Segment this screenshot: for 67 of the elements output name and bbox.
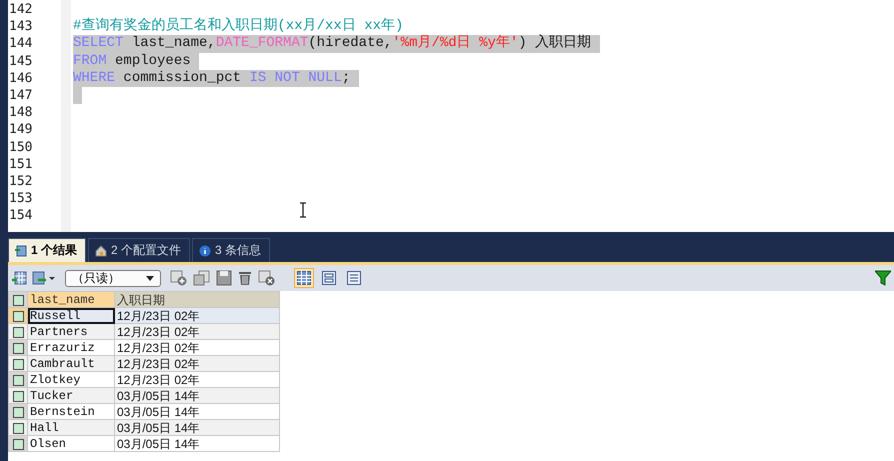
- line-number: 154: [8, 208, 32, 224]
- column-header[interactable]: 入职日期: [114, 292, 280, 308]
- table-cell: 03月/05日 14年: [114, 420, 280, 436]
- result-tab[interactable]: 1 个结果: [8, 238, 86, 262]
- table-cell: Cambrault: [28, 356, 114, 372]
- text-view-button[interactable]: [344, 268, 364, 288]
- grid-icon: [297, 271, 311, 285]
- line-number: 153: [8, 191, 32, 206]
- line-number: 145: [8, 54, 32, 69]
- grid-icon: [15, 244, 27, 256]
- line-number: 147: [8, 88, 32, 104]
- caret-icon: [146, 276, 154, 280]
- text-view-icon: [347, 271, 361, 285]
- duplicate-icon[interactable]: [193, 270, 211, 286]
- info-icon: [199, 244, 212, 256]
- result-tab[interactable]: 2 个配置文件: [88, 238, 190, 262]
- row-selector[interactable]: [8, 388, 28, 404]
- row-selector[interactable]: [8, 340, 28, 356]
- row-selector[interactable]: [8, 436, 28, 452]
- table-cell: 12月/23日 02年: [114, 324, 280, 340]
- insert-row-icon[interactable]: [170, 270, 188, 286]
- code-line: #查询有奖金的员工名和入职日期(xx月/xx日 xx年): [73, 18, 404, 36]
- form-view-button[interactable]: [319, 268, 339, 288]
- line-number: 144: [8, 36, 32, 52]
- table-cell: Bernstein: [28, 404, 114, 420]
- table-cell: 03月/05日 14年: [114, 404, 280, 420]
- column-header[interactable]: last_name: [28, 292, 114, 308]
- line-number: 146: [8, 70, 32, 86]
- table-cell: Hall: [28, 420, 114, 436]
- table-cell: 12月/23日 02年: [114, 372, 280, 388]
- filter-icon[interactable]: [875, 270, 891, 286]
- cancel-icon[interactable]: [258, 270, 276, 286]
- table-cell: Olsen: [28, 436, 114, 452]
- table-cell: Zlotkey: [28, 372, 114, 388]
- table-cell: Tucker: [28, 388, 114, 404]
- mode-dropdown[interactable]: （只读）: [65, 270, 161, 286]
- trash-icon[interactable]: [237, 270, 253, 286]
- table-cell: 03月/05日 14年: [114, 436, 280, 452]
- line-number: 149: [8, 122, 32, 138]
- save-icon[interactable]: [216, 270, 232, 286]
- table-cell: 12月/23日 02年: [114, 308, 280, 324]
- add-row-icon[interactable]: [11, 270, 27, 286]
- row-selector[interactable]: [8, 324, 28, 340]
- form-icon: [322, 271, 336, 285]
- table-cell: Errazuriz: [28, 340, 114, 356]
- table-cell: Partners: [28, 324, 114, 340]
- row-selector[interactable]: [8, 356, 28, 372]
- line-number: 142: [8, 2, 32, 18]
- line-number: 151: [8, 156, 32, 172]
- text-cursor-icon: [299, 202, 307, 218]
- line-number: 143: [8, 19, 32, 34]
- grid-view-button[interactable]: [294, 268, 314, 288]
- select-all-checkbox[interactable]: [12, 294, 24, 306]
- export-dropdown-icon[interactable]: [32, 270, 56, 286]
- line-number: 148: [8, 105, 32, 120]
- row-selector[interactable]: [8, 420, 28, 436]
- line-number: 152: [8, 174, 32, 189]
- result-tab[interactable]: 3 条信息: [192, 238, 270, 262]
- row-selector[interactable]: [8, 372, 28, 388]
- line-number: 150: [8, 140, 32, 155]
- table-cell: 12月/23日 02年: [114, 356, 280, 372]
- row-selector[interactable]: [8, 404, 28, 420]
- table-cell: 03月/05日 14年: [114, 388, 280, 404]
- row-selector[interactable]: [8, 308, 28, 324]
- table-cell: Russell: [28, 308, 114, 324]
- table-cell: 12月/23日 02年: [114, 340, 280, 356]
- house-icon: [95, 244, 108, 256]
